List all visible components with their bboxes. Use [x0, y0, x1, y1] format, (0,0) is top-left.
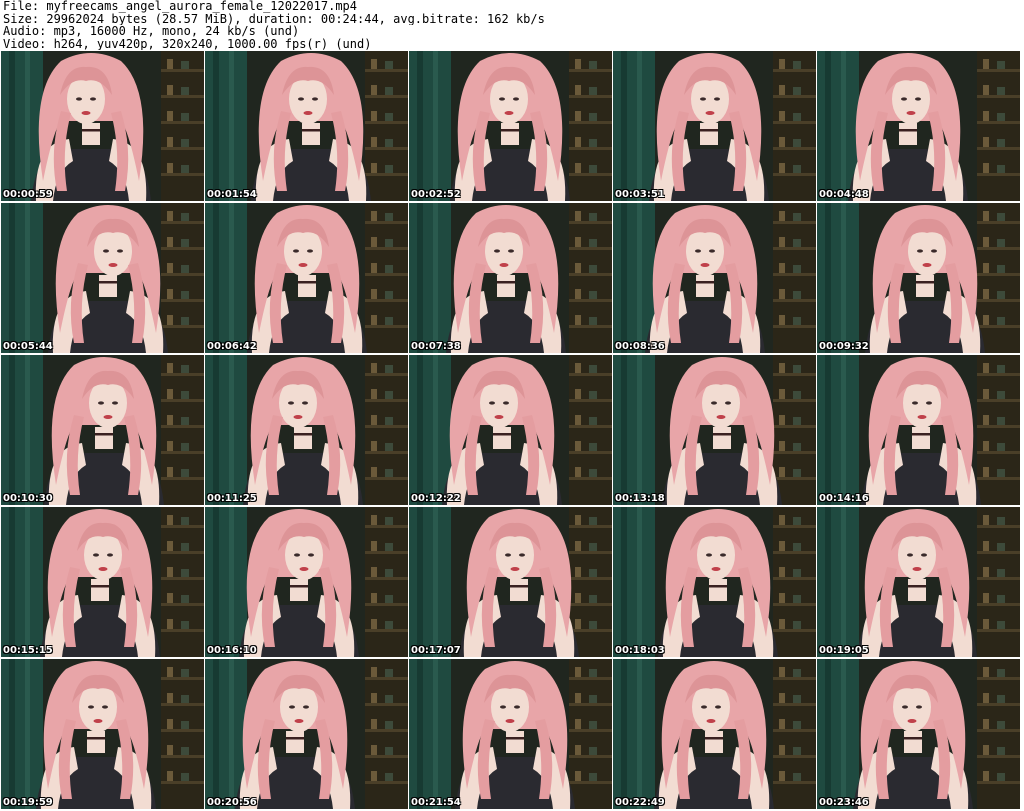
thumbnail-image — [613, 51, 816, 201]
thumbnail-image — [205, 203, 408, 353]
thumbnail-timestamp: 00:00:59 — [3, 189, 53, 200]
video-thumbnail[interactable]: 00:01:54 — [205, 51, 408, 201]
thumbnail-image — [817, 507, 1020, 657]
thumbnail-image — [205, 507, 408, 657]
thumbnail-image — [205, 355, 408, 505]
thumbnail-image — [205, 51, 408, 201]
thumbnail-timestamp: 00:02:52 — [411, 189, 461, 200]
video-thumbnail[interactable]: 00:14:16 — [817, 355, 1020, 505]
thumbnail-timestamp: 00:01:54 — [207, 189, 257, 200]
thumbnail-timestamp: 00:05:44 — [3, 341, 53, 352]
thumbnail-timestamp: 00:19:59 — [3, 797, 53, 808]
video-thumbnail[interactable]: 00:19:59 — [1, 659, 204, 809]
video-info-line: Video: h264, yuv420p, 320x240, 1000.00 f… — [3, 37, 372, 50]
thumbnail-image — [817, 659, 1020, 809]
thumbnail-timestamp: 00:17:07 — [411, 645, 461, 656]
video-thumbnail[interactable]: 00:20:56 — [205, 659, 408, 809]
thumbnail-image — [613, 659, 816, 809]
thumbnail-image — [1, 507, 204, 657]
video-thumbnail[interactable]: 00:22:49 — [613, 659, 816, 809]
thumbnail-image — [409, 51, 612, 201]
thumbnail-timestamp: 00:07:38 — [411, 341, 461, 352]
video-thumbnail[interactable]: 00:11:25 — [205, 355, 408, 505]
thumbnail-image — [409, 355, 612, 505]
file-name-line: File: myfreecams_angel_aurora_female_120… — [3, 0, 358, 13]
video-thumbnail[interactable]: 00:17:07 — [409, 507, 612, 657]
thumbnail-timestamp: 00:10:30 — [3, 493, 53, 504]
thumbnail-timestamp: 00:08:36 — [615, 341, 665, 352]
thumbnail-timestamp: 00:03:51 — [615, 189, 665, 200]
thumbnail-timestamp: 00:22:49 — [615, 797, 665, 808]
thumbnail-image — [1, 355, 204, 505]
thumbnail-timestamp: 00:06:42 — [207, 341, 257, 352]
video-thumbnail[interactable]: 00:15:15 — [1, 507, 204, 657]
thumbnail-timestamp: 00:13:18 — [615, 493, 665, 504]
video-thumbnail[interactable]: 00:08:36 — [613, 203, 816, 353]
thumbnail-timestamp: 00:16:10 — [207, 645, 257, 656]
thumbnail-image — [409, 203, 612, 353]
thumbnail-image — [409, 659, 612, 809]
file-info-header: File: myfreecams_angel_aurora_female_120… — [3, 0, 1021, 50]
thumbnail-timestamp: 00:18:03 — [615, 645, 665, 656]
thumbnail-image — [817, 203, 1020, 353]
thumbnail-image — [817, 51, 1020, 201]
thumbnail-timestamp: 00:21:54 — [411, 797, 461, 808]
video-thumbnail[interactable]: 00:09:32 — [817, 203, 1020, 353]
video-thumbnail[interactable]: 00:19:05 — [817, 507, 1020, 657]
thumbnail-image — [409, 507, 612, 657]
video-thumbnail[interactable]: 00:12:22 — [409, 355, 612, 505]
thumbnail-image — [817, 355, 1020, 505]
thumbnail-timestamp: 00:11:25 — [207, 493, 257, 504]
thumbnail-image — [205, 659, 408, 809]
thumbnail-image — [613, 355, 816, 505]
video-thumbnail[interactable]: 00:04:48 — [817, 51, 1020, 201]
thumbnail-timestamp: 00:04:48 — [819, 189, 869, 200]
video-thumbnail[interactable]: 00:13:18 — [613, 355, 816, 505]
video-thumbnail[interactable]: 00:06:42 — [205, 203, 408, 353]
file-size-line: Size: 29962024 bytes (28.57 MiB), durati… — [3, 12, 545, 25]
thumbnail-timestamp: 00:12:22 — [411, 493, 461, 504]
video-thumbnail[interactable]: 00:02:52 — [409, 51, 612, 201]
thumbnail-timestamp: 00:14:16 — [819, 493, 869, 504]
video-thumbnail[interactable]: 00:16:10 — [205, 507, 408, 657]
video-thumbnail[interactable]: 00:05:44 — [1, 203, 204, 353]
thumbnail-image — [1, 203, 204, 353]
thumbnail-timestamp: 00:09:32 — [819, 341, 869, 352]
thumbnail-image — [1, 51, 204, 201]
thumbnail-image — [613, 507, 816, 657]
thumbnail-image — [1, 659, 204, 809]
video-thumbnail[interactable]: 00:10:30 — [1, 355, 204, 505]
thumbnail-timestamp: 00:15:15 — [3, 645, 53, 656]
video-thumbnail[interactable]: 00:23:46 — [817, 659, 1020, 809]
audio-info-line: Audio: mp3, 16000 Hz, mono, 24 kb/s (und… — [3, 25, 300, 38]
thumbnail-timestamp: 00:23:46 — [819, 797, 869, 808]
thumbnail-image — [613, 203, 816, 353]
video-thumbnail[interactable]: 00:07:38 — [409, 203, 612, 353]
video-thumbnail[interactable]: 00:03:51 — [613, 51, 816, 201]
video-thumbnail[interactable]: 00:18:03 — [613, 507, 816, 657]
thumbnail-grid: 00:00:59 00:01:54 00:02:52 00:03:51 00:04:48… — [1, 51, 1023, 811]
video-thumbnail[interactable]: 00:21:54 — [409, 659, 612, 809]
video-thumbnail[interactable]: 00:00:59 — [1, 51, 204, 201]
thumbnail-timestamp: 00:19:05 — [819, 645, 869, 656]
thumbnail-timestamp: 00:20:56 — [207, 797, 257, 808]
